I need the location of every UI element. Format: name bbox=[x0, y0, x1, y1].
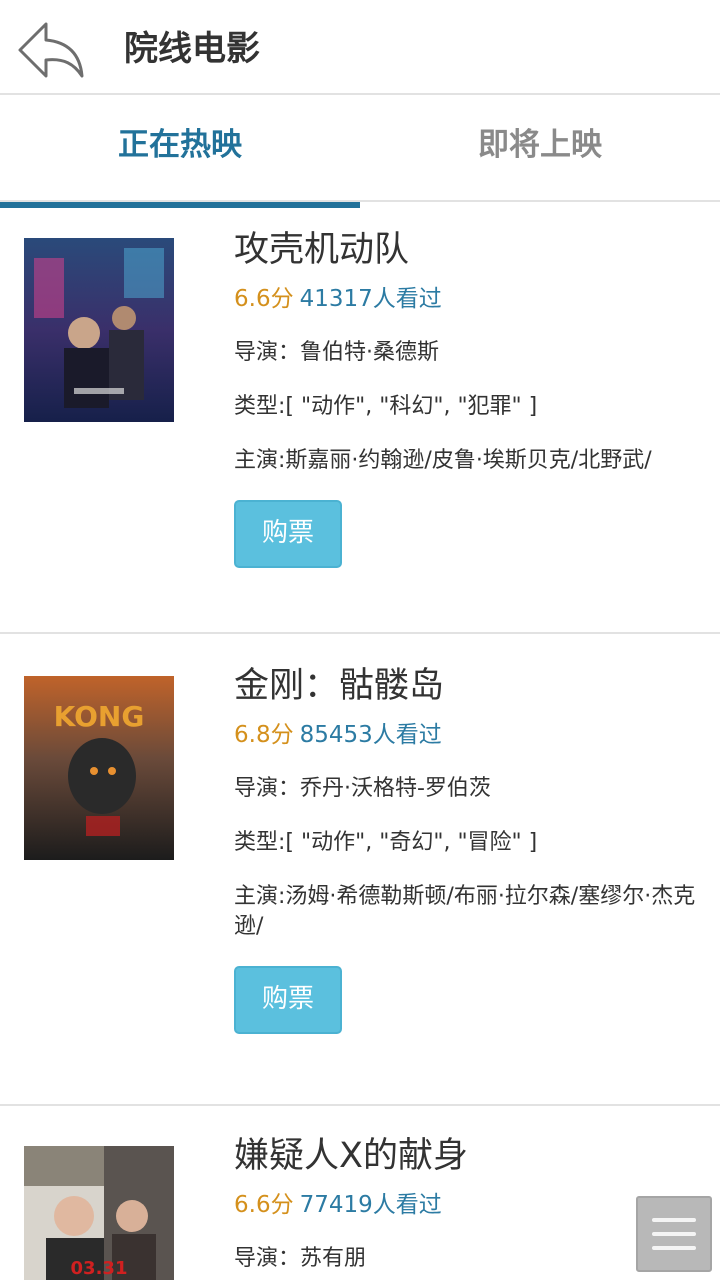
movie-score: 6.8分 bbox=[234, 722, 294, 748]
tab-now-showing[interactable]: 正在热映 bbox=[0, 97, 360, 200]
movie-item[interactable]: KONG 金刚：骷髅岛 6.8分 85453人看过 导演：乔丹·沃格特-罗伯茨 类… bbox=[0, 634, 720, 1106]
buy-ticket-button[interactable]: 购票 bbox=[234, 966, 342, 1034]
floating-menu-button[interactable] bbox=[636, 1196, 712, 1272]
poster-text: 03.31 bbox=[71, 1258, 128, 1279]
movie-list: 攻壳机动队 6.6分 41317人看过 导演：鲁伯特·桑德斯 类型:[ "动作",… bbox=[0, 208, 720, 1280]
tab-bar: 正在热映 即将上映 bbox=[0, 97, 720, 202]
movie-score: 6.6分 bbox=[234, 1192, 294, 1218]
movie-item[interactable]: 03.31 嫌疑人X的献身 6.6分 77419人看过 导演：苏有朋 bbox=[0, 1106, 720, 1280]
movie-director: 导演：乔丹·沃格特-罗伯茨 bbox=[234, 776, 491, 801]
movie-title: 金刚：骷髅岛 bbox=[234, 666, 445, 706]
movie-poster[interactable] bbox=[24, 238, 174, 422]
movie-info: 攻壳机动队 6.6分 41317人看过 导演：鲁伯特·桑德斯 类型:[ "动作",… bbox=[234, 228, 708, 568]
rating-line: 6.8分 85453人看过 bbox=[234, 720, 708, 750]
rating-line: 6.6分 41317人看过 bbox=[234, 284, 708, 314]
movie-title: 攻壳机动队 bbox=[234, 230, 410, 270]
page-title: 院线电影 bbox=[124, 29, 260, 69]
movie-info: 金刚：骷髅岛 6.8分 85453人看过 导演：乔丹·沃格特-罗伯茨 类型:[ "… bbox=[234, 664, 708, 1034]
movie-director: 导演：鲁伯特·桑德斯 bbox=[234, 340, 439, 365]
movie-score: 6.6分 bbox=[234, 286, 294, 312]
movie-poster[interactable]: KONG bbox=[24, 676, 174, 860]
movie-genre: 类型:[ "动作", "奇幻", "冒险" ] bbox=[234, 830, 538, 855]
back-arrow-icon bbox=[18, 22, 84, 78]
movie-cast: 主演:斯嘉丽·约翰逊/皮鲁·埃斯贝克/北野武/ bbox=[234, 448, 652, 473]
movie-title: 嫌疑人X的献身 bbox=[234, 1136, 468, 1176]
viewer-count: 85453人看过 bbox=[299, 722, 442, 748]
tab-coming-soon[interactable]: 即将上映 bbox=[360, 97, 720, 200]
app-header: 院线电影 bbox=[0, 0, 720, 95]
back-button[interactable] bbox=[16, 20, 88, 82]
movie-item[interactable]: 攻壳机动队 6.6分 41317人看过 导演：鲁伯特·桑德斯 类型:[ "动作",… bbox=[0, 208, 720, 634]
movie-cast: 主演:汤姆·希德勒斯顿/布丽·拉尔森/塞缪尔·杰克逊/ bbox=[234, 884, 696, 939]
buy-ticket-button[interactable]: 购票 bbox=[234, 500, 342, 568]
movie-genre: 类型:[ "动作", "科幻", "犯罪" ] bbox=[234, 394, 538, 419]
poster-text: KONG bbox=[54, 700, 145, 733]
viewer-count: 77419人看过 bbox=[299, 1192, 442, 1218]
movie-poster[interactable]: 03.31 bbox=[24, 1146, 174, 1280]
viewer-count: 41317人看过 bbox=[299, 286, 442, 312]
